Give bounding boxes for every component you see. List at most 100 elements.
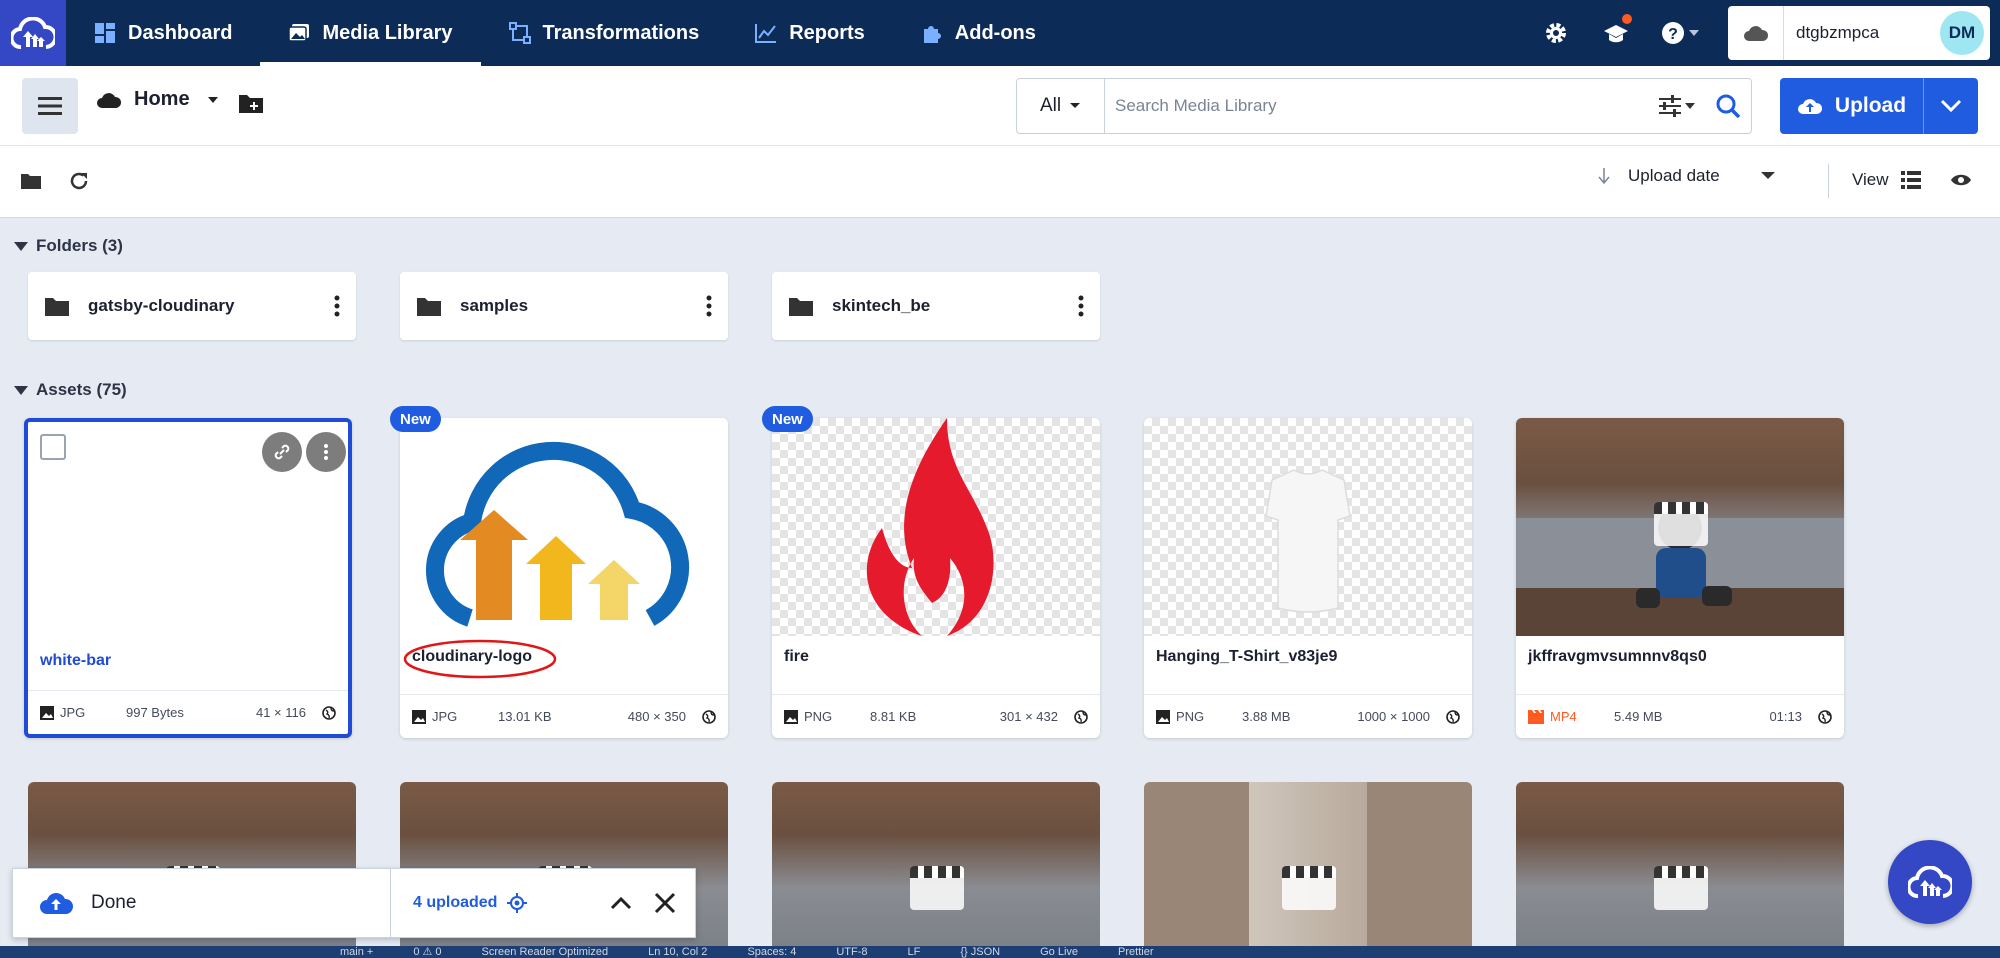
library-header: Home All Upload	[0, 66, 2000, 146]
settings-button[interactable]	[1526, 0, 1586, 66]
status-item[interactable]: 0 ⚠ 0	[413, 946, 441, 958]
folder-icon	[789, 298, 813, 316]
assets-section-toggle[interactable]: Assets (75)	[14, 380, 127, 400]
asset-menu-button[interactable]	[306, 432, 346, 472]
list-view-icon	[1900, 171, 1921, 189]
nav-transformations[interactable]: Transformations	[481, 0, 728, 66]
folder-card[interactable]: skintech_be	[772, 272, 1100, 340]
svg-text:?: ?	[1668, 26, 1678, 43]
cloudinary-assistant-button[interactable]	[1888, 840, 1972, 924]
preview-toggle-button[interactable]	[1950, 172, 1972, 193]
nav-add-ons[interactable]: Add-ons	[893, 0, 1064, 66]
asset-name[interactable]: jkffravgmvsumnnv8qs0	[1528, 648, 1707, 666]
asset-card[interactable]: jkffravgmvsumnnv8qs0 MP4 5.49 MB 01:13	[1516, 418, 1844, 738]
new-folder-button[interactable]	[238, 92, 264, 119]
chevron-down-icon	[1940, 99, 1962, 113]
select-checkbox[interactable]	[40, 434, 66, 460]
asset-name[interactable]: Hanging_T-Shirt_v83je9	[1156, 648, 1337, 666]
asset-thumbnail[interactable]	[772, 418, 1100, 636]
copy-link-button[interactable]	[262, 432, 302, 472]
t-shirt-image	[1265, 469, 1351, 613]
nav-right: ? dtgbzmpca DM	[1526, 0, 2000, 66]
more-vertical-icon[interactable]	[1078, 295, 1084, 317]
sort-dropdown[interactable]: Upload date	[1598, 166, 1776, 186]
avatar[interactable]: DM	[1940, 11, 1984, 55]
uploaded-summary[interactable]: 4 uploaded	[391, 893, 599, 913]
folder-plus-icon	[239, 95, 263, 113]
asset-name[interactable]: fire	[784, 648, 809, 666]
uploaded-count: 4 uploaded	[413, 894, 498, 911]
image-icon	[1156, 709, 1170, 724]
status-item[interactable]: {} JSON	[960, 946, 1000, 958]
locate-icon	[507, 893, 528, 913]
chevron-up-icon	[610, 896, 632, 910]
folder-card[interactable]: gatsby-cloudinary	[28, 272, 356, 340]
view-mode-button[interactable]: View	[1852, 170, 1921, 190]
toolbar-divider	[1828, 164, 1829, 198]
help-button[interactable]: ?	[1646, 0, 1716, 66]
globe-icon	[1818, 709, 1832, 724]
asset-dimensions: 1000 × 1000	[1357, 709, 1430, 724]
upload-button[interactable]: Upload	[1780, 78, 1978, 134]
status-item[interactable]: LF	[908, 946, 921, 958]
asset-card[interactable]: cloudinary-logo JPG 13.01 KB 480 × 350	[400, 418, 728, 738]
nav-dashboard-label: Dashboard	[128, 21, 233, 44]
asset-thumbnail[interactable]	[1144, 418, 1472, 636]
location-selector[interactable]: Home	[96, 88, 224, 111]
nav-reports[interactable]: Reports	[727, 0, 893, 66]
upload-options-button[interactable]	[1924, 78, 1978, 134]
gear-icon	[1546, 23, 1566, 43]
nav-dashboard[interactable]: Dashboard	[66, 0, 260, 66]
asset-name[interactable]: white-bar	[40, 652, 111, 670]
expand-toast-button[interactable]	[599, 881, 643, 925]
asset-type: PNG	[1176, 709, 1205, 724]
asset-card[interactable]: fire PNG 8.81 KB 301 × 432	[772, 418, 1100, 738]
account-switcher[interactable]: dtgbzmpca DM	[1728, 6, 1990, 60]
folder-view-button[interactable]	[20, 172, 42, 195]
status-item[interactable]: Go Live	[1040, 946, 1078, 958]
sidebar-toggle-button[interactable]	[22, 78, 78, 134]
asset-dimensions: 301 × 432	[999, 709, 1058, 724]
more-vertical-icon[interactable]	[334, 295, 340, 317]
status-item[interactable]: Prettier	[1118, 946, 1153, 958]
status-item[interactable]: Spaces: 4	[747, 946, 796, 958]
asset-dimensions: 41 × 116	[255, 705, 306, 720]
asset-thumbnail[interactable]	[400, 418, 728, 636]
upload-label: Upload	[1834, 94, 1907, 117]
filter-sliders-icon	[1659, 95, 1695, 117]
search-scope-dropdown[interactable]: All	[1017, 79, 1105, 133]
refresh-button[interactable]	[68, 170, 90, 197]
folder-card[interactable]: samples	[400, 272, 728, 340]
search-button[interactable]	[1705, 93, 1751, 119]
reports-icon	[755, 24, 777, 43]
globe-icon	[1446, 709, 1460, 724]
filter-button[interactable]	[1649, 94, 1705, 118]
nav-media-library[interactable]: Media Library	[260, 0, 481, 66]
folder-icon	[21, 174, 41, 189]
learning-button[interactable]	[1586, 0, 1646, 66]
folder-name: skintech_be	[832, 296, 931, 315]
asset-card-partial[interactable]	[1516, 782, 1844, 958]
upload-main-button[interactable]: Upload	[1780, 78, 1924, 134]
cloudinary-logo-icon[interactable]	[0, 0, 66, 66]
globe-icon	[322, 705, 336, 720]
status-item[interactable]: main +	[340, 946, 373, 958]
asset-card[interactable]: Hanging_T-Shirt_v83je9 PNG 3.88 MB 1000 …	[1144, 418, 1472, 738]
cloud-upload-icon	[40, 893, 73, 914]
view-toolbar: Upload date View	[0, 146, 2000, 218]
asset-card-partial[interactable]	[772, 782, 1100, 958]
search-input[interactable]	[1105, 81, 1649, 131]
asset-type: JPG	[60, 705, 86, 720]
folders-section-toggle[interactable]: Folders (3)	[14, 236, 123, 256]
status-item[interactable]: Screen Reader Optimized	[482, 946, 609, 958]
asset-card[interactable]: white-bar JPG 997 Bytes 41 × 116	[24, 418, 352, 738]
status-item[interactable]: UTF-8	[836, 946, 867, 958]
close-toast-button[interactable]	[643, 881, 687, 925]
fire-image	[866, 418, 994, 636]
asset-card-partial[interactable]	[1144, 782, 1472, 958]
more-vertical-icon[interactable]	[706, 295, 712, 317]
annotation-circle	[403, 639, 557, 679]
nav-media-library-label: Media Library	[322, 21, 453, 44]
asset-thumbnail[interactable]	[1516, 418, 1844, 636]
status-item[interactable]: Ln 10, Col 2	[648, 946, 707, 958]
